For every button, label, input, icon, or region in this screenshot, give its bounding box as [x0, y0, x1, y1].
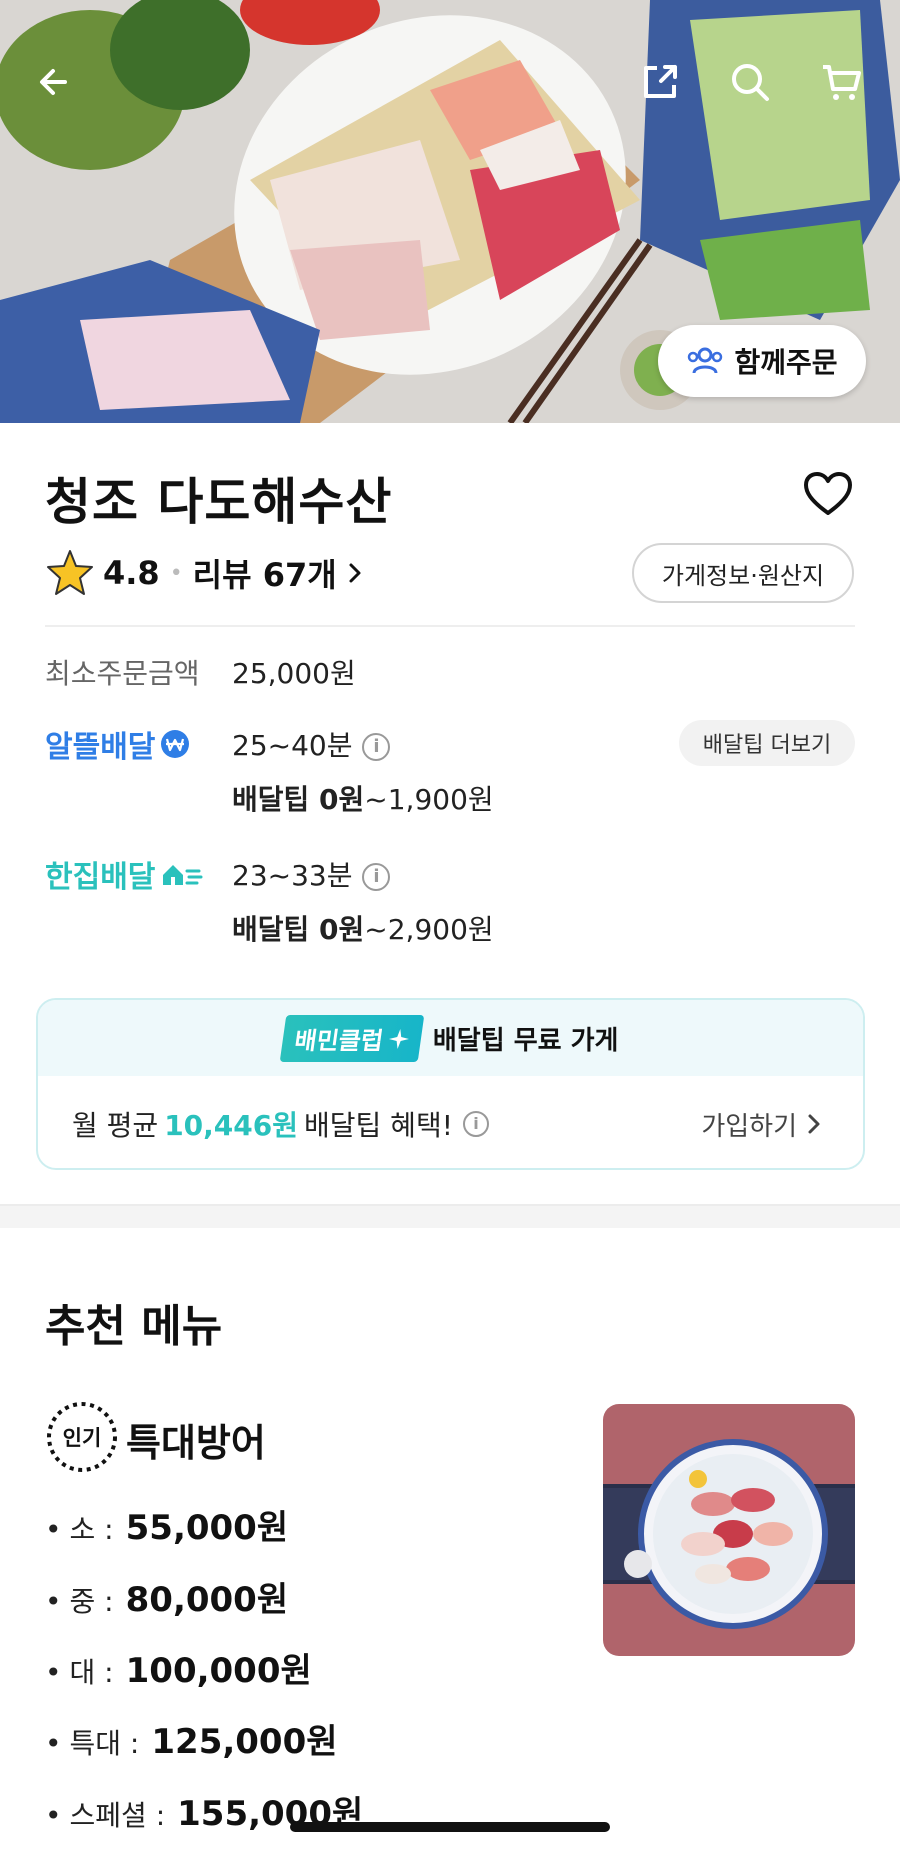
- single-tip-rest: ~2,900원: [364, 913, 494, 946]
- club-badge: 배민클럽: [279, 1014, 425, 1062]
- group-users-icon: [688, 347, 723, 374]
- single-delivery-label: 한집배달: [45, 852, 203, 896]
- search-button[interactable]: [718, 50, 782, 114]
- price-size: 중 :: [69, 1585, 114, 1618]
- single-delivery-time-row: 23~33분 i: [232, 854, 391, 894]
- info-icon[interactable]: i: [462, 1111, 489, 1137]
- economy-tip-rest: ~1,900원: [364, 783, 494, 816]
- info-icon[interactable]: i: [362, 863, 391, 891]
- favorite-heart-icon[interactable]: [800, 466, 856, 522]
- rating-score: 4.8: [103, 554, 160, 592]
- club-benefit: 월 평균 10,446원 배달팁 혜택! i: [72, 1104, 489, 1144]
- price-amount: 100,000원: [125, 1651, 312, 1691]
- economy-delivery-text: 알뜰배달: [45, 730, 156, 765]
- baemin-club-card[interactable]: 배민클럽 배달팁 무료 가게 월 평균 10,446원 배달팁 혜택! i 가입…: [36, 998, 865, 1170]
- economy-delivery-tip: 배달팁 0원~1,900원: [232, 778, 494, 818]
- info-icon[interactable]: i: [362, 733, 391, 761]
- price-amount: 55,000원: [125, 1508, 289, 1548]
- price-option: • 대 :100,000원: [45, 1643, 312, 1692]
- search-icon: [732, 64, 769, 101]
- cart-icon: [823, 65, 861, 100]
- house-speed-icon: [163, 865, 203, 885]
- back-button[interactable]: [24, 50, 88, 114]
- price-amount: 125,000원: [151, 1722, 338, 1762]
- cart-button[interactable]: [810, 50, 874, 114]
- divider: [45, 625, 855, 627]
- club-join-label: 가입하기: [701, 1111, 797, 1142]
- arrow-left-icon: [40, 69, 67, 95]
- recommended-menu-title: 추천 메뉴: [45, 1301, 223, 1352]
- menu-item[interactable]: 인기 특대방어 • 소 :55,000원 • 중 :80,000원 • 대 :100,…: [0, 1400, 900, 1853]
- price-option: • 중 :80,000원: [45, 1572, 288, 1621]
- single-delivery-text: 한집배달: [45, 860, 156, 895]
- popular-badge: 인기: [47, 1402, 117, 1472]
- club-badge-text: 배민클럽: [292, 1026, 385, 1055]
- sparkle-icon: [388, 1028, 409, 1048]
- chevron-right-icon: [349, 563, 361, 583]
- single-delivery-time: 23~33분: [232, 859, 353, 892]
- store-info-origin-button[interactable]: 가게정보·원산지: [632, 543, 854, 603]
- price-size: 대 :: [69, 1656, 114, 1689]
- menu-item-image: [603, 1404, 855, 1656]
- price-option: • 소 :55,000원: [45, 1500, 288, 1549]
- store-name: 청조 다도해수산: [45, 473, 393, 531]
- club-benefit-amount: 10,446원: [164, 1109, 298, 1142]
- club-benefit-suffix: 배달팁 혜택!: [304, 1109, 453, 1142]
- menu-item-name: 특대방어: [126, 1421, 266, 1465]
- price-option: • 특대 :125,000원: [45, 1714, 338, 1763]
- club-card-body: 월 평균 10,446원 배달팁 혜택! i 가입하기: [38, 1076, 863, 1168]
- price-size: 특대 :: [69, 1727, 140, 1760]
- club-join-button[interactable]: 가입하기: [701, 1106, 823, 1143]
- rating-row: 4.8 • 리뷰 67개: [45, 543, 367, 603]
- economy-delivery-time: 25~40분: [232, 729, 353, 762]
- together-order-label: 함께주문: [734, 346, 838, 379]
- club-title: 배달팁 무료 가게: [432, 1025, 619, 1056]
- price-size: 스페셜 :: [69, 1799, 166, 1832]
- single-delivery-tip: 배달팁 0원~2,900원: [232, 908, 494, 948]
- min-order-value: 25,000원: [232, 657, 356, 690]
- share-icon: [644, 65, 677, 98]
- review-link[interactable]: 리뷰 67개: [193, 550, 367, 596]
- club-card-header: 배민클럽 배달팁 무료 가게: [38, 1000, 863, 1076]
- single-tip-bold: 배달팁 0원: [232, 913, 365, 946]
- review-count: 리뷰 67개: [192, 556, 337, 594]
- price-size: 소 :: [69, 1513, 114, 1546]
- separator-dot: •: [169, 560, 183, 586]
- star-icon: [47, 550, 93, 595]
- won-coin-icon: [161, 730, 190, 758]
- min-order-label: 최소주문금액: [45, 657, 200, 690]
- more-delivery-tip-button[interactable]: 배달팁 더보기: [679, 720, 855, 766]
- economy-delivery-time-row: 25~40분 i: [232, 724, 391, 764]
- home-indicator: [290, 1822, 610, 1832]
- together-order-button[interactable]: 함께주문: [658, 325, 866, 397]
- club-benefit-prefix: 월 평균: [72, 1109, 159, 1142]
- share-button[interactable]: [628, 50, 692, 114]
- economy-tip-bold: 배달팁 0원: [232, 783, 365, 816]
- store-hero-image: 함께주문: [0, 0, 900, 423]
- section-divider: [0, 1204, 900, 1228]
- chevron-right-icon: [808, 1114, 820, 1134]
- popular-badge-text: 인기: [63, 1426, 102, 1450]
- economy-delivery-label: 알뜰배달: [45, 722, 191, 766]
- price-amount: 80,000원: [125, 1580, 289, 1620]
